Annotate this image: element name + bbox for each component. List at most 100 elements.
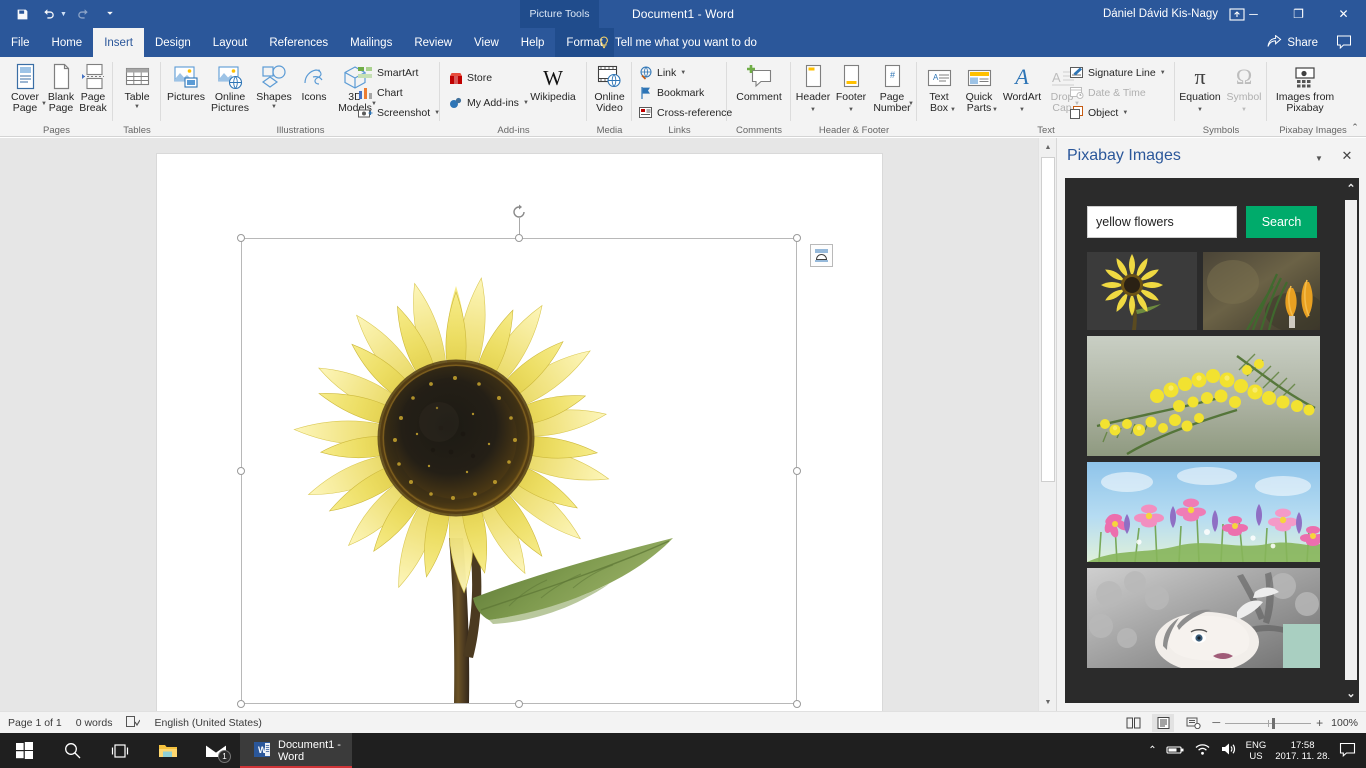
online-pictures-button[interactable]: Online Pictures — [208, 61, 252, 119]
text-box-dropdown-icon[interactable]: ▼ — [950, 105, 956, 116]
tell-me-search[interactable]: Tell me what you want to do — [598, 28, 757, 57]
symbol-dropdown-icon[interactable]: ▼ — [1241, 105, 1247, 116]
cross-reference-button[interactable]: Cross-reference — [638, 103, 732, 122]
my-addins-button[interactable]: My Add-ins ▼ — [448, 93, 529, 112]
print-layout-icon[interactable] — [1152, 714, 1174, 732]
document-canvas[interactable] — [0, 138, 1056, 711]
proofing-errors-icon[interactable] — [126, 716, 140, 731]
document-page[interactable] — [157, 154, 882, 711]
header-dropdown-icon[interactable]: ▼ — [810, 105, 816, 116]
text-box-button[interactable]: A Text Box ▼ — [920, 61, 958, 119]
tab-home[interactable]: Home — [41, 28, 94, 57]
signature-line-dropdown-icon[interactable]: ▼ — [1160, 70, 1166, 76]
word-count[interactable]: 0 words — [76, 717, 113, 729]
smartart-button[interactable]: SmartArt — [358, 63, 418, 82]
redo-icon[interactable] — [71, 3, 95, 25]
document-vertical-scrollbar[interactable]: ▲ ▼ — [1038, 138, 1056, 711]
share-button[interactable]: Share — [1267, 28, 1318, 57]
comments-titlebar-icon[interactable] — [1336, 35, 1352, 49]
bookmark-button[interactable]: Bookmark — [638, 83, 704, 102]
scroll-down-icon[interactable]: ▼ — [1039, 693, 1057, 711]
tab-insert[interactable]: Insert — [93, 28, 144, 57]
object-button[interactable]: Object ▼ — [1069, 103, 1128, 122]
tab-references[interactable]: References — [258, 28, 339, 57]
images-from-pixabay-button[interactable]: Images from Pixabay — [1269, 61, 1341, 119]
read-mode-icon[interactable] — [1122, 714, 1144, 732]
pixabay-scroll-thumb[interactable] — [1345, 200, 1357, 680]
search-button[interactable] — [48, 733, 96, 768]
date-time-button[interactable]: Date & Time — [1069, 83, 1146, 102]
rotate-icon[interactable] — [511, 204, 527, 220]
tab-design[interactable]: Design — [144, 28, 202, 57]
volume-icon[interactable] — [1220, 742, 1237, 759]
minimize-button[interactable]: ─ — [1231, 0, 1276, 28]
taskbar-app-word[interactable]: W Document1 - Word — [240, 733, 352, 768]
resize-handle-bottom-center[interactable] — [515, 700, 523, 708]
zoom-in-button[interactable]: + — [1316, 716, 1323, 730]
wordart-dropdown-icon[interactable]: ▼ — [1019, 105, 1025, 116]
task-view-button[interactable] — [96, 733, 144, 768]
footer-button[interactable]: Footer ▼ — [832, 61, 870, 119]
page-number-dropdown-icon[interactable]: ▼ — [908, 99, 914, 110]
chevron-up-icon[interactable]: ⌃ — [1343, 178, 1359, 198]
page-break-button[interactable]: Page Break — [70, 61, 116, 119]
scroll-up-icon[interactable]: ▲ — [1039, 138, 1057, 156]
zoom-thumb[interactable] — [1272, 718, 1275, 729]
close-button[interactable]: ✕ — [1321, 0, 1366, 28]
chevron-down-icon[interactable]: ▼ — [1311, 150, 1327, 166]
table-dropdown-icon[interactable]: ▼ — [134, 102, 140, 113]
shapes-button[interactable]: Shapes ▼ — [253, 61, 295, 119]
customize-quick-access-icon[interactable]: ⏷ — [98, 3, 122, 25]
file-explorer-button[interactable] — [144, 733, 192, 768]
wikipedia-button[interactable]: W Wikipedia — [525, 61, 581, 119]
header-button[interactable]: Header ▼ — [794, 61, 832, 119]
screenshot-button[interactable]: Screenshot ▼ — [358, 103, 440, 122]
resize-handle-top-left[interactable] — [237, 234, 245, 242]
undo-icon[interactable] — [37, 3, 61, 25]
scroll-thumb[interactable] — [1041, 157, 1055, 482]
user-account-name[interactable]: Dániel Dávid Kis-Nagy — [1103, 0, 1218, 28]
result-thumbnail[interactable] — [1087, 252, 1197, 330]
selected-picture[interactable] — [241, 238, 797, 704]
resize-handle-middle-left[interactable] — [237, 467, 245, 475]
mail-button[interactable]: 1 — [192, 733, 240, 768]
tab-layout[interactable]: Layout — [202, 28, 259, 57]
equation-dropdown-icon[interactable]: ▼ — [1197, 105, 1203, 116]
close-icon[interactable]: ✕ — [1339, 148, 1355, 164]
resize-handle-bottom-right[interactable] — [793, 700, 801, 708]
undo-dropdown-icon[interactable]: ▼ — [60, 11, 68, 18]
start-button[interactable] — [0, 733, 48, 768]
symbol-button[interactable]: Ω Symbol ▼ — [1223, 61, 1265, 119]
signature-line-button[interactable]: Signature Line ▼ — [1069, 63, 1166, 82]
collapse-ribbon-icon[interactable]: ⌃ — [1348, 120, 1362, 134]
save-icon[interactable] — [10, 3, 34, 25]
clock[interactable]: 17:58 2017. 11. 28. — [1275, 740, 1330, 762]
footer-dropdown-icon[interactable]: ▼ — [848, 105, 854, 116]
online-video-button[interactable]: Online Video — [587, 61, 632, 119]
comment-button[interactable]: Comment — [732, 61, 786, 119]
pictures-button[interactable]: Pictures — [164, 61, 208, 119]
chevron-down-icon[interactable]: ⌄ — [1343, 683, 1359, 703]
result-thumbnail[interactable] — [1087, 336, 1320, 456]
pixabay-pane-scrollbar[interactable]: ⌃ ⌄ — [1343, 178, 1359, 703]
result-thumbnail[interactable] — [1087, 568, 1320, 668]
language-indicator[interactable]: English (United States) — [154, 717, 261, 729]
equation-button[interactable]: π Equation ▼ — [1177, 61, 1223, 119]
zoom-out-button[interactable]: ─ — [1212, 717, 1220, 729]
quick-parts-button[interactable]: Quick Parts ▼ — [958, 61, 1000, 119]
zoom-track[interactable] — [1225, 723, 1311, 724]
search-button[interactable]: Search — [1246, 206, 1317, 238]
tab-help[interactable]: Help — [510, 28, 556, 57]
page-number-button[interactable]: # Page Number ▼ — [870, 61, 914, 119]
link-button[interactable]: Link ▼ — [638, 63, 686, 82]
battery-icon[interactable] — [1166, 743, 1185, 759]
wordart-button[interactable]: A WordArt ▼ — [1000, 61, 1044, 119]
tab-file[interactable]: File — [0, 28, 41, 57]
resize-handle-top-right[interactable] — [793, 234, 801, 242]
chart-button[interactable]: Chart — [358, 83, 403, 102]
wifi-icon[interactable] — [1194, 742, 1211, 759]
shapes-dropdown-icon[interactable]: ▼ — [271, 102, 277, 113]
zoom-slider[interactable]: ─ + — [1212, 716, 1323, 730]
action-center-icon[interactable] — [1339, 742, 1356, 760]
table-button[interactable]: Table ▼ — [114, 61, 160, 119]
